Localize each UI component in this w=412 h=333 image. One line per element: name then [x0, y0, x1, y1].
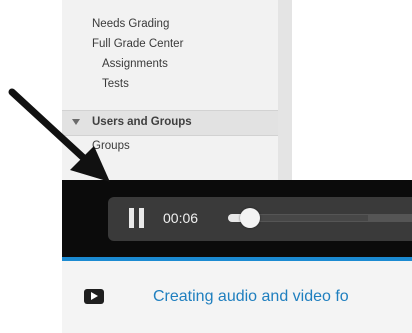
- video-item: Creating audio and video fo: [62, 261, 412, 333]
- video-play-icon[interactable]: [84, 289, 104, 304]
- video-title-link[interactable]: Creating audio and video fo: [153, 288, 349, 306]
